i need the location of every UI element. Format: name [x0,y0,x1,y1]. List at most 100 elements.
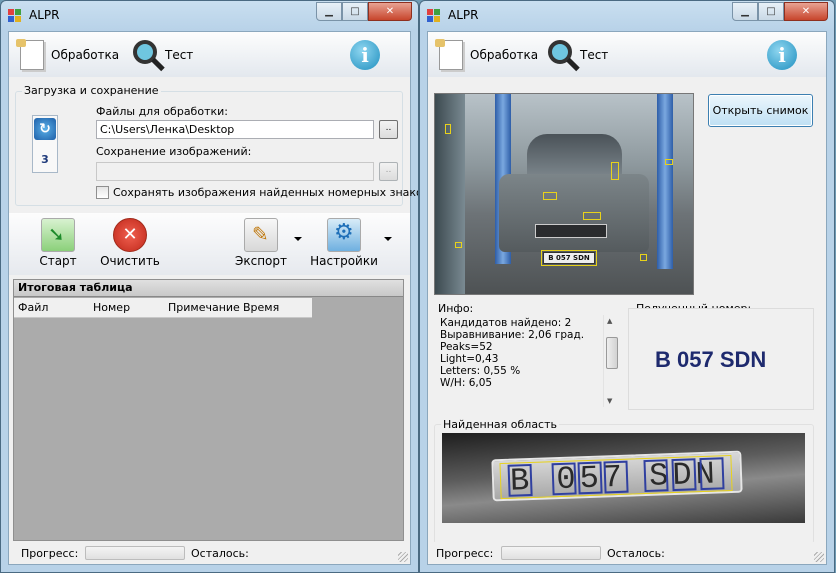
remaining-label: Осталось: [191,547,249,560]
magnifier-icon [544,38,576,72]
remaining-label: Осталось: [607,547,665,560]
info-line: Выравнивание: 2,06 град. [440,329,585,341]
refresh-icon: ↻ [34,118,56,140]
minimize-button[interactable]: ▁ [316,2,342,21]
found-area-image: B 057 SDN [442,433,805,523]
alpr-window-processing: ALPR ▁ □ ✕ Обработка Тест i Загрузка и с… [0,0,419,573]
info-scrollbar[interactable]: ▲ ▼ [603,315,620,407]
detection-box [583,212,601,220]
close-icon: ✕ [385,6,395,17]
close-icon: ✕ [801,6,811,17]
progress-label: Прогресс: [436,547,494,560]
tab-test-label: Тест [165,48,194,62]
start-button[interactable]: ➘ Старт [36,218,80,268]
save-images-checkbox[interactable] [96,186,109,199]
counter-box[interactable]: ↻ 3 [32,115,58,173]
settings-label: Настройки [310,254,378,268]
result-panel: B 057 SDN [628,308,814,410]
detection-box [665,159,673,165]
client-area: Обработка Тест i Загрузка и сохранение ↻… [8,31,418,565]
scroll-thumb[interactable] [606,337,618,369]
gear-icon: ⚙ [327,218,361,252]
notepad-icon [434,38,466,72]
info-line: W/H: 6,05 [440,377,493,389]
counter-value: 3 [41,153,49,166]
results-table[interactable]: Итоговая таблица Файл Номер Примечание В… [13,279,404,541]
action-toolbar: ➘ Старт ✕ Очистить ✎ Экспорт ⚙ Настройки [9,213,410,275]
column-file[interactable]: Файл [18,301,48,314]
detection-box [640,254,647,261]
minimize-icon: ▁ [325,6,333,17]
app-icon [427,9,443,23]
close-button[interactable]: ✕ [368,2,412,21]
tab-strip: Обработка Тест i [9,32,410,77]
minimize-icon: ▁ [741,6,749,17]
start-label: Старт [39,254,77,268]
export-dropdown-icon[interactable] [294,237,302,241]
info-line: Кандидатов найдено: 2 [440,317,572,329]
settings-button[interactable]: ⚙ Настройки [310,218,378,268]
title-bar[interactable]: ALPR ▁ □ ✕ [1,1,418,31]
maximize-button[interactable]: □ [758,2,784,21]
maximize-icon: □ [350,6,360,17]
export-button[interactable]: ✎ Экспорт [233,218,289,268]
minimize-button[interactable]: ▁ [732,2,758,21]
found-area-title: Найденная область [441,418,559,431]
window-title: ALPR [448,8,479,22]
load-save-group: Загрузка и сохранение ↻ 3 Файлы для обра… [15,84,418,206]
maximize-button[interactable]: □ [342,2,368,21]
save-browse-button[interactable]: .. [379,162,398,181]
info-title: Инфо: [438,302,474,315]
tab-process-label: Обработка [51,48,120,62]
column-number[interactable]: Номер [93,301,130,314]
info-icon[interactable]: i [767,40,797,70]
title-bar[interactable]: ALPR ▁ □ ✕ [420,1,834,31]
start-arrow-icon: ➘ [41,218,75,252]
resize-grip[interactable] [814,552,824,562]
tab-process[interactable]: Обработка [15,38,119,72]
settings-dropdown-icon[interactable] [384,237,392,241]
close-button[interactable]: ✕ [784,2,828,21]
result-plate-number: B 057 SDN [655,347,767,372]
tab-test[interactable]: Тест [544,38,608,72]
clear-button[interactable]: ✕ Очистить [97,218,163,268]
tab-process[interactable]: Обработка [434,38,538,72]
save-path-input[interactable] [96,162,374,181]
info-line: Peaks=52 [440,341,493,353]
files-path-input[interactable]: C:\Users\Ленка\Desktop [96,120,374,139]
car-photo: B 057 SDN [434,93,694,295]
results-table-title: Итоговая таблица [14,280,403,297]
info-panel: Кандидатов найдено: 2 Выравнивание: 2,06… [434,315,620,407]
car-body [499,174,649,252]
status-bar: Прогресс: Осталось: [9,542,410,564]
car-grille [535,224,607,238]
alpr-window-test: ALPR ▁ □ ✕ Обработка Тест i B 057 SDN От… [419,0,835,573]
info-line: Letters: 0,55 % [440,365,521,377]
column-time[interactable]: Время [243,301,279,314]
clear-label: Очистить [100,254,160,268]
client-area: Обработка Тест i B 057 SDN Открыть снимо… [427,31,827,565]
progress-bar [85,546,185,560]
files-label: Файлы для обработки: [96,105,228,118]
resize-grip[interactable] [398,552,408,562]
lift-pillar-right [657,94,673,269]
scroll-up-icon[interactable]: ▲ [607,317,612,325]
clear-x-icon: ✕ [113,218,147,252]
info-icon[interactable]: i [350,40,380,70]
info-lines: Кандидатов найдено: 2 Выравнивание: 2,06… [440,317,584,389]
info-line: Light=0,43 [440,353,499,365]
tab-test[interactable]: Тест [129,38,193,72]
column-note[interactable]: Примечание [168,301,240,314]
export-pencil-icon: ✎ [244,218,278,252]
open-image-button[interactable]: Открыть снимок [708,94,813,127]
status-bar: Прогресс: Осталось: [428,542,826,564]
found-area-group: Найденная область B 057 SDN [434,418,814,544]
tab-test-label: Тест [580,48,609,62]
app-icon [8,9,24,23]
files-browse-button[interactable]: .. [379,120,398,139]
plate-crop: B 057 SDN [491,450,743,502]
detection-box-plate [541,250,597,266]
maximize-icon: □ [766,6,776,17]
detection-box [611,162,619,180]
scroll-down-icon[interactable]: ▼ [607,397,612,405]
